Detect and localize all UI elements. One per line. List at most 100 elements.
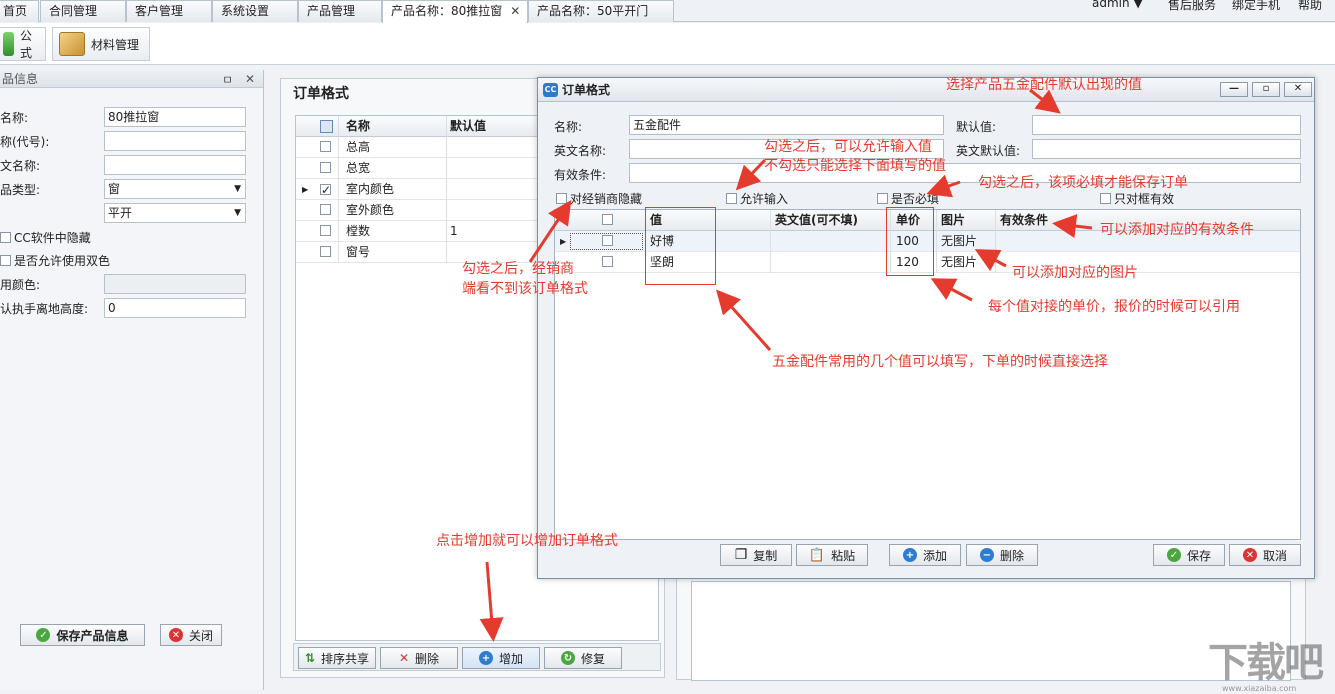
dialog-title: 订单格式	[562, 83, 611, 97]
button-label: 删除	[415, 651, 440, 666]
required-checkbox[interactable]: 是否必填	[877, 190, 939, 207]
checkbox-icon	[726, 193, 737, 204]
close-button[interactable]: ✕ 关闭	[160, 624, 222, 646]
plus-icon: +	[902, 548, 917, 562]
annotation-condition: 可以添加对应的有效条件	[1100, 222, 1254, 238]
pin-icon[interactable]: ㅁ	[222, 71, 233, 89]
column-divider	[936, 210, 937, 273]
button-label: 添加	[922, 548, 947, 563]
formula-icon	[3, 32, 15, 56]
button-label: 排序共享	[321, 651, 370, 666]
app-logo-icon: CC	[543, 83, 558, 97]
close-icon[interactable]: ✕	[1284, 82, 1312, 97]
checkbox-label: CC软件中隐藏	[14, 231, 91, 245]
column-header: 有效条件	[1000, 213, 1049, 227]
formula-button[interactable]: 公式	[0, 27, 46, 61]
material-button[interactable]: 材料管理	[52, 27, 150, 61]
row-checkbox[interactable]	[320, 141, 331, 152]
product-type-select[interactable]: 窗 ▼	[104, 179, 246, 199]
cell-name: 室内颜色	[346, 182, 395, 196]
dealer-hide-checkbox[interactable]: 对经销商隐藏	[556, 190, 642, 207]
tab-customer[interactable]: 客户管理	[126, 0, 212, 22]
chevron-down-icon: ▼	[1133, 0, 1143, 10]
default-value-input[interactable]	[1032, 115, 1301, 135]
panel-title: 品信息	[2, 72, 39, 86]
cell-image[interactable]: 无图片	[941, 252, 977, 273]
button-label: 取消	[1262, 548, 1287, 563]
cancel-button[interactable]: ✕ 取消	[1229, 544, 1301, 566]
cell-name: 樘数	[346, 224, 371, 238]
field-label: 用颜色:	[0, 278, 41, 292]
row-checkbox[interactable]	[320, 204, 331, 215]
english-name-input[interactable]	[104, 155, 246, 175]
close-icon: ✕	[1242, 548, 1257, 562]
row-checkbox[interactable]	[320, 225, 331, 236]
delete-button[interactable]: ✕ 删除	[380, 647, 458, 669]
save-product-button[interactable]: ✓ 保存产品信息	[20, 624, 145, 646]
tab-home[interactable]: 首页	[0, 0, 39, 22]
paste-icon: 📋	[808, 547, 826, 563]
hide-in-cc-checkbox[interactable]: CC软件中隐藏	[0, 228, 91, 248]
cell-name: 室外颜色	[346, 203, 395, 217]
tab-contract[interactable]: 合同管理	[40, 0, 126, 22]
add-button[interactable]: + 增加	[462, 647, 540, 669]
annotation-dealer-2: 端看不到该订单格式	[462, 281, 588, 297]
ribbon: 公式 材料管理	[0, 23, 1335, 65]
minimize-icon[interactable]: —	[1220, 82, 1248, 97]
annotation-required: 勾选之后，该项必填才能保存订单	[978, 175, 1188, 191]
service-link[interactable]: 售后服务	[1168, 0, 1216, 13]
delete-row-button[interactable]: − 删除	[966, 544, 1038, 566]
tab-settings[interactable]: 系统设置	[212, 0, 298, 22]
allow-input-checkbox[interactable]: 允许输入	[726, 190, 788, 207]
user-menu[interactable]: admin ▼	[1092, 0, 1143, 10]
row-checkbox[interactable]	[602, 235, 613, 246]
maximize-icon[interactable]: ▫	[1252, 82, 1280, 97]
sort-share-button[interactable]: ⇅ 排序共享	[298, 647, 376, 669]
column-header: 英文值(可不填)	[775, 213, 858, 227]
tab-products[interactable]: 产品管理	[298, 0, 382, 22]
row-checkbox[interactable]	[320, 246, 331, 257]
cell-name: 总宽	[346, 161, 371, 175]
tab-label: 产品名称：50平开门	[537, 4, 649, 18]
handle-height-input[interactable]: 0	[104, 298, 246, 318]
annotation-dealer-1: 勾选之后，经销商	[462, 261, 574, 277]
name-input[interactable]: 五金配件	[629, 115, 944, 135]
refresh-icon: ↻	[560, 651, 575, 665]
checkbox-label: 对经销商隐藏	[570, 192, 643, 206]
allow-double-color-checkbox[interactable]: 是否允许使用双色	[0, 251, 110, 271]
tab-product-50[interactable]: 产品名称：50平开门	[528, 0, 674, 22]
tab-product-80[interactable]: 产品名称：80推拉窗 ✕	[382, 0, 528, 23]
product-name-input[interactable]: 80推拉窗	[104, 107, 246, 127]
tab-label: 客户管理	[135, 4, 184, 18]
column-header: 名称	[346, 119, 371, 133]
field-label: 文名称:	[0, 159, 41, 173]
tab-label: 产品管理	[307, 4, 356, 18]
field-label: 品类型:	[0, 183, 41, 197]
only-frame-checkbox[interactable]: 只对框有效	[1100, 190, 1174, 207]
save-button[interactable]: ✓ 保存	[1153, 544, 1225, 566]
cell-image[interactable]: 无图片	[941, 231, 977, 252]
row-checkbox[interactable]	[602, 256, 613, 267]
code-input[interactable]	[104, 131, 246, 151]
close-icon[interactable]: ✕	[245, 70, 255, 88]
valid-condition-input[interactable]	[629, 163, 1301, 183]
help-link[interactable]: 帮助	[1298, 0, 1322, 13]
close-icon[interactable]: ✕	[510, 4, 520, 18]
select-value: 平开	[108, 206, 133, 220]
copy-button[interactable]: ❐ 复制	[720, 544, 792, 566]
row-checkbox[interactable]	[320, 162, 331, 173]
values-highlight-box	[645, 207, 716, 285]
edit-button[interactable]: ↻ 修复	[544, 647, 622, 669]
en-default-input[interactable]	[1032, 139, 1301, 159]
row-checkbox[interactable]	[320, 184, 331, 195]
en-default-label: 英文默认值:	[956, 144, 1021, 158]
select-all-checkbox[interactable]	[320, 120, 333, 133]
annotation-price: 每个值对接的单价，报价的时候可以引用	[988, 299, 1240, 315]
bind-phone-link[interactable]: 绑定手机	[1232, 0, 1280, 13]
add-row-button[interactable]: + 添加	[889, 544, 961, 566]
select-all-checkbox[interactable]	[602, 214, 613, 225]
minus-icon: −	[979, 548, 994, 562]
paste-button[interactable]: 📋 粘贴	[796, 544, 868, 566]
checkbox-label: 是否必填	[891, 192, 940, 206]
open-type-select[interactable]: 平开 ▼	[104, 203, 246, 223]
